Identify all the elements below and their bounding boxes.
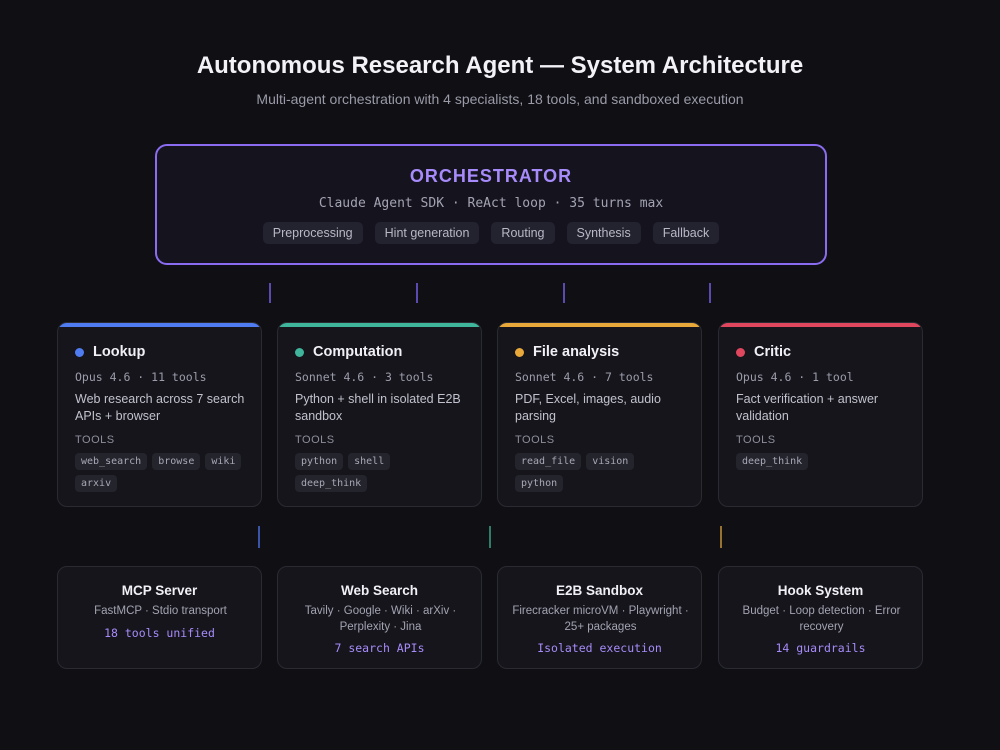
tool-tag: python — [295, 453, 344, 470]
status-dot-icon — [295, 347, 304, 357]
tool-tags: web_search browse wiki arxiv — [75, 453, 255, 492]
tool-tag: shell — [348, 453, 391, 470]
status-dot-icon — [736, 347, 745, 357]
orchestrator-title: ORCHESTRATOR — [409, 166, 573, 186]
orchestrator-subtitle: Claude Agent SDK · ReAct loop · 35 turns… — [318, 196, 664, 211]
infra-name: Web Search — [340, 583, 419, 598]
agent-description: Web research across 7 search APIs + brow… — [75, 392, 245, 423]
agent-card-computation: Computation Sonnet 4.6 · 3 tools Python … — [277, 322, 482, 507]
agent-description: Fact verification + answer validation — [736, 392, 879, 423]
agent-accent-bar — [498, 323, 701, 327]
step-chip: Synthesis — [566, 222, 641, 244]
connector-line — [416, 283, 418, 303]
step-chip: Hint generation — [374, 222, 480, 244]
infra-name: Hook System — [777, 583, 864, 598]
agent-model: Sonnet 4.6 · 3 tools — [295, 370, 434, 384]
tools-label: TOOLS — [295, 434, 335, 446]
agent-description: Python + shell in isolated E2B sandbox — [295, 392, 461, 423]
agent-card-file-analysis: File analysis Sonnet 4.6 · 7 tools PDF, … — [497, 322, 702, 507]
infra-card-hook-system: Hook System Budget · Loop detection · Er… — [718, 566, 923, 669]
tool-tag: vision — [586, 453, 635, 470]
agent-model: Sonnet 4.6 · 7 tools — [515, 370, 654, 384]
agent-name: Computation — [313, 344, 403, 360]
status-dot-icon — [515, 347, 524, 357]
agent-accent-bar — [58, 323, 261, 327]
agent-accent-bar — [719, 323, 922, 327]
step-chip: Routing — [491, 222, 555, 244]
connector-line — [720, 526, 722, 548]
tool-tag: read_file — [515, 453, 582, 470]
step-chip: Fallback — [652, 222, 720, 244]
connector-line — [269, 283, 271, 303]
tool-tags: read_file vision python — [515, 453, 695, 492]
connector-line — [489, 526, 491, 548]
infra-card-e2b-sandbox: E2B Sandbox Firecracker microVM · Playwr… — [497, 566, 702, 669]
connector-line — [563, 283, 565, 303]
tool-tag: python — [515, 475, 564, 492]
tool-tag: web_search — [75, 453, 148, 470]
orchestrator-steps: Preprocessing Hint generation Routing Sy… — [157, 222, 825, 244]
tool-tags: deep_think — [736, 453, 916, 470]
diagram-subtitle: Multi-agent orchestration with 4 special… — [256, 91, 744, 107]
orchestrator-box: ORCHESTRATOR Claude Agent SDK · ReAct lo… — [155, 144, 827, 265]
infra-description: Tavily · Google · Wiki · arXiv · Perplex… — [304, 605, 457, 633]
tools-label: TOOLS — [75, 434, 115, 446]
agent-accent-bar — [278, 323, 481, 327]
infra-name: E2B Sandbox — [555, 583, 644, 598]
infra-stat: 14 guardrails — [775, 641, 866, 655]
tools-label: TOOLS — [736, 434, 776, 446]
agent-card-critic: Critic Opus 4.6 · 1 tool Fact verificati… — [718, 322, 923, 507]
agent-description: PDF, Excel, images, audio parsing — [515, 392, 661, 423]
infra-name: MCP Server — [121, 583, 198, 598]
tool-tag: wiki — [205, 453, 242, 470]
agent-model: Opus 4.6 · 11 tools — [75, 370, 207, 384]
infra-card-web-search: Web Search Tavily · Google · Wiki · arXi… — [277, 566, 482, 669]
infra-card-mcp-server: MCP Server FastMCP · Stdio transport 18 … — [57, 566, 262, 669]
tool-tags: python shell deep_think — [295, 453, 475, 492]
agent-name: Lookup — [93, 344, 146, 360]
connector-line — [258, 526, 260, 548]
connector-line — [709, 283, 711, 303]
tool-tag: deep_think — [736, 453, 809, 470]
infra-description: Budget · Loop detection · Error recovery — [742, 605, 901, 633]
infra-stat: 18 tools unified — [104, 626, 215, 640]
tool-tag: deep_think — [295, 475, 368, 492]
infra-stat: 7 search APIs — [334, 641, 425, 655]
status-dot-icon — [75, 347, 84, 357]
agent-card-lookup: Lookup Opus 4.6 · 11 tools Web research … — [57, 322, 262, 507]
agent-model: Opus 4.6 · 1 tool — [736, 370, 854, 384]
tool-tag: arxiv — [75, 475, 118, 492]
step-chip: Preprocessing — [262, 222, 363, 244]
diagram-title: Autonomous Research Agent — System Archi… — [196, 52, 804, 79]
tool-tag: browse — [152, 453, 201, 470]
infra-description: Firecracker microVM · Playwright · 25+ p… — [512, 605, 689, 633]
infra-stat: Isolated execution — [537, 641, 662, 655]
agent-name: Critic — [754, 344, 792, 360]
infra-description: FastMCP · Stdio transport — [94, 605, 227, 617]
agent-name: File analysis — [533, 344, 620, 360]
tools-label: TOOLS — [515, 434, 555, 446]
